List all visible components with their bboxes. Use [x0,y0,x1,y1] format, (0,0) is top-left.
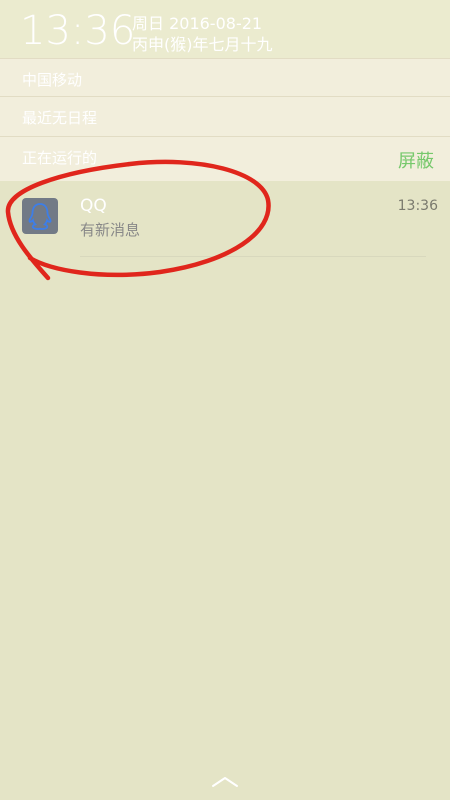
lunar-date: 丙申(猴)年七月十九 [132,35,273,54]
clock: 13:36 [20,8,136,54]
schedule-label: 最近无日程 [22,109,98,127]
qq-penguin-icon [22,198,58,234]
running-row: 正在运行的 屏蔽 [0,136,450,181]
date-block: 周日 2016-08-21 丙申(猴)年七月十九 [132,13,273,55]
running-label: 正在运行的 [22,149,98,167]
notification-divider [80,256,426,257]
notification-app-name: QQ [80,196,107,216]
block-button[interactable]: 屏蔽 [398,147,434,173]
carrier-label: 中国移动 [22,71,83,89]
qq-notification[interactable]: QQ 有新消息 13:36 [0,182,450,258]
weekday-date: 周日 2016-08-21 [132,14,263,33]
status-header: 13:36 周日 2016-08-21 丙申(猴)年七月十九 [0,0,450,58]
notification-message: 有新消息 [80,221,141,239]
carrier-row: 中国移动 [0,58,450,99]
chevron-up-icon [212,777,238,787]
schedule-row[interactable]: 最近无日程 [0,96,450,137]
notification-time: 13:36 [397,198,438,214]
collapse-handle[interactable] [210,770,240,792]
